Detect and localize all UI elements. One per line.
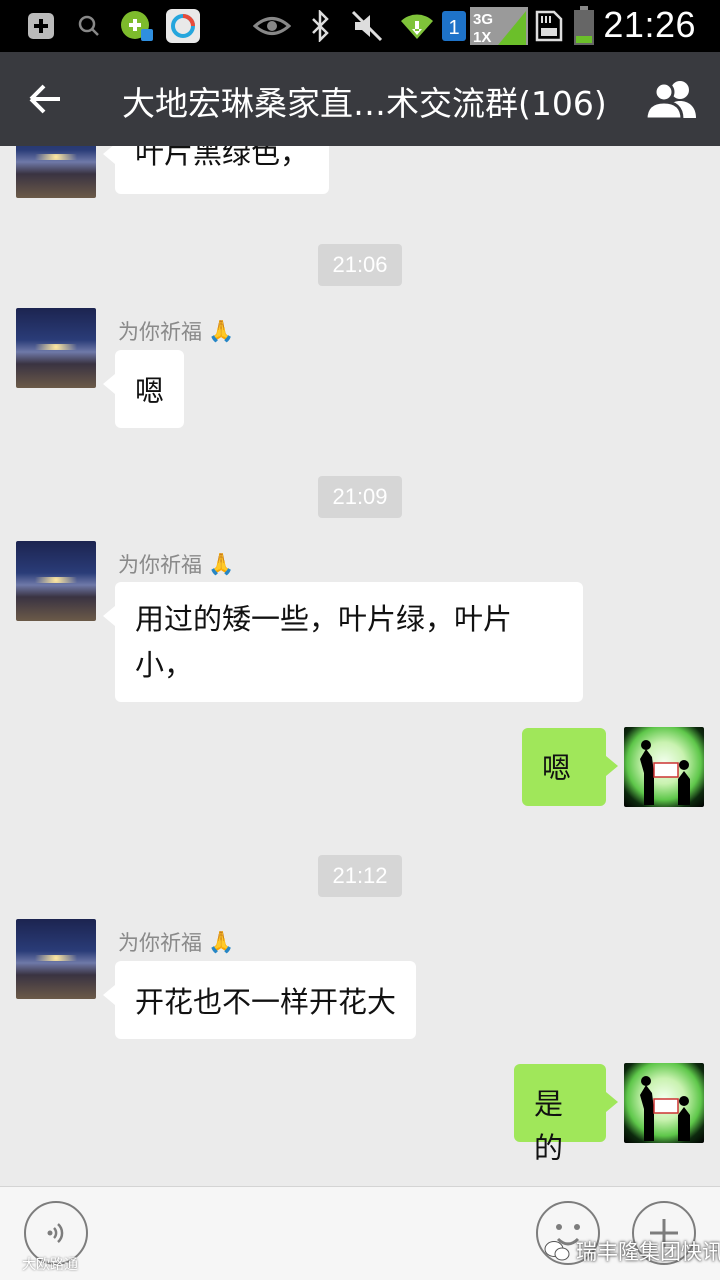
eye-icon (252, 10, 292, 42)
status-bar: 1 3G 1X 21:26 (0, 0, 720, 52)
search-icon (76, 10, 102, 42)
watermark-secondary: 大欧路通 (22, 1254, 78, 1274)
watermark-text: 瑞丰隆集团快讯 (576, 1240, 720, 1264)
sim-number: 1 (448, 17, 459, 39)
chat-screen: 1 3G 1X 21:26 大地宏琳桑家直…术交流群(106) 叶片黑绿色， 2… (0, 0, 720, 1280)
message-bubble-outgoing[interactable]: 嗯 (522, 728, 618, 806)
message-timestamp: 21:09 (318, 476, 402, 518)
message-text: 嗯 (542, 751, 572, 785)
message-bubble-incoming[interactable]: 叶片黑绿色， (102, 146, 330, 194)
sender-name: 为你祈福 🙏 (118, 927, 234, 957)
avatar-illustration (640, 1076, 690, 1141)
sim-icon: 1 (440, 10, 468, 42)
game-icon (118, 10, 156, 42)
sender-name-text: 为你祈福 (118, 320, 202, 344)
battery-icon (570, 6, 598, 45)
bluetooth-icon (308, 10, 332, 42)
chat-title: 大地宏琳桑家直…术交流群(106) (122, 84, 607, 123)
network-type: 3G (473, 11, 493, 28)
my-avatar[interactable] (624, 727, 704, 807)
message-bubble-incoming[interactable]: 嗯 (102, 350, 185, 428)
message-bubble-outgoing[interactable]: 是的 (514, 1064, 618, 1165)
sender-name: 为你祈福 🙏 (118, 316, 234, 346)
message-list[interactable]: 叶片黑绿色， 21:06 为你祈福 🙏 嗯 21:09 为你祈福 🙏 用过的矮一… (0, 146, 720, 1186)
wechat-logo-icon (544, 1241, 570, 1261)
back-button[interactable] (20, 74, 70, 124)
watermark-text: 大欧路通 (22, 1257, 78, 1273)
praying-hands-emoji: 🙏 (208, 318, 235, 343)
praying-hands-emoji: 🙏 (208, 929, 235, 954)
avatar[interactable] (16, 919, 96, 999)
avatar[interactable] (16, 541, 96, 621)
avatar[interactable] (16, 146, 96, 198)
praying-hands-emoji: 🙏 (208, 551, 235, 576)
add-icon (24, 10, 58, 42)
message-text: 嗯 (135, 374, 165, 408)
message-text-line: 用过的矮一些，叶片绿，叶片 (135, 602, 513, 636)
message-timestamp: 21:12 (318, 855, 402, 897)
sender-name: 为你祈福 🙏 (118, 549, 234, 579)
watermark: 瑞丰隆集团快讯 (544, 1236, 720, 1266)
back-arrow-icon (29, 84, 60, 114)
message-text: 叶片黑绿色， (135, 146, 310, 170)
message-bubble-incoming[interactable]: 开花也不一样开花大 (102, 961, 417, 1039)
sender-name-text: 为你祈福 (118, 931, 202, 955)
sd-card-icon (534, 10, 564, 42)
group-members-icon (644, 81, 696, 120)
network-type-alt: 1X (473, 29, 491, 45)
avatar[interactable] (16, 308, 96, 388)
avatar-illustration (640, 740, 690, 805)
message-timestamp: 21:06 (318, 244, 402, 286)
sync-icon (164, 9, 202, 43)
wifi-icon (398, 10, 436, 42)
status-time: 21:26 (603, 4, 696, 45)
message-bubble-incoming[interactable]: 用过的矮一些，叶片绿，叶片 小， (103, 582, 583, 702)
message-text: 开花也不一样开花大 (135, 985, 397, 1019)
mute-icon (350, 10, 384, 42)
my-avatar[interactable] (624, 1063, 704, 1143)
message-text-line: 小， (135, 648, 194, 682)
title-bar: 大地宏琳桑家直…术交流群(106) (0, 52, 720, 146)
sender-name-text: 为你祈福 (118, 553, 202, 577)
message-text: 是的 (534, 1087, 564, 1165)
group-members-button[interactable] (642, 72, 702, 126)
voice-icon (47, 1223, 64, 1243)
signal-icon: 3G 1X (470, 7, 528, 45)
